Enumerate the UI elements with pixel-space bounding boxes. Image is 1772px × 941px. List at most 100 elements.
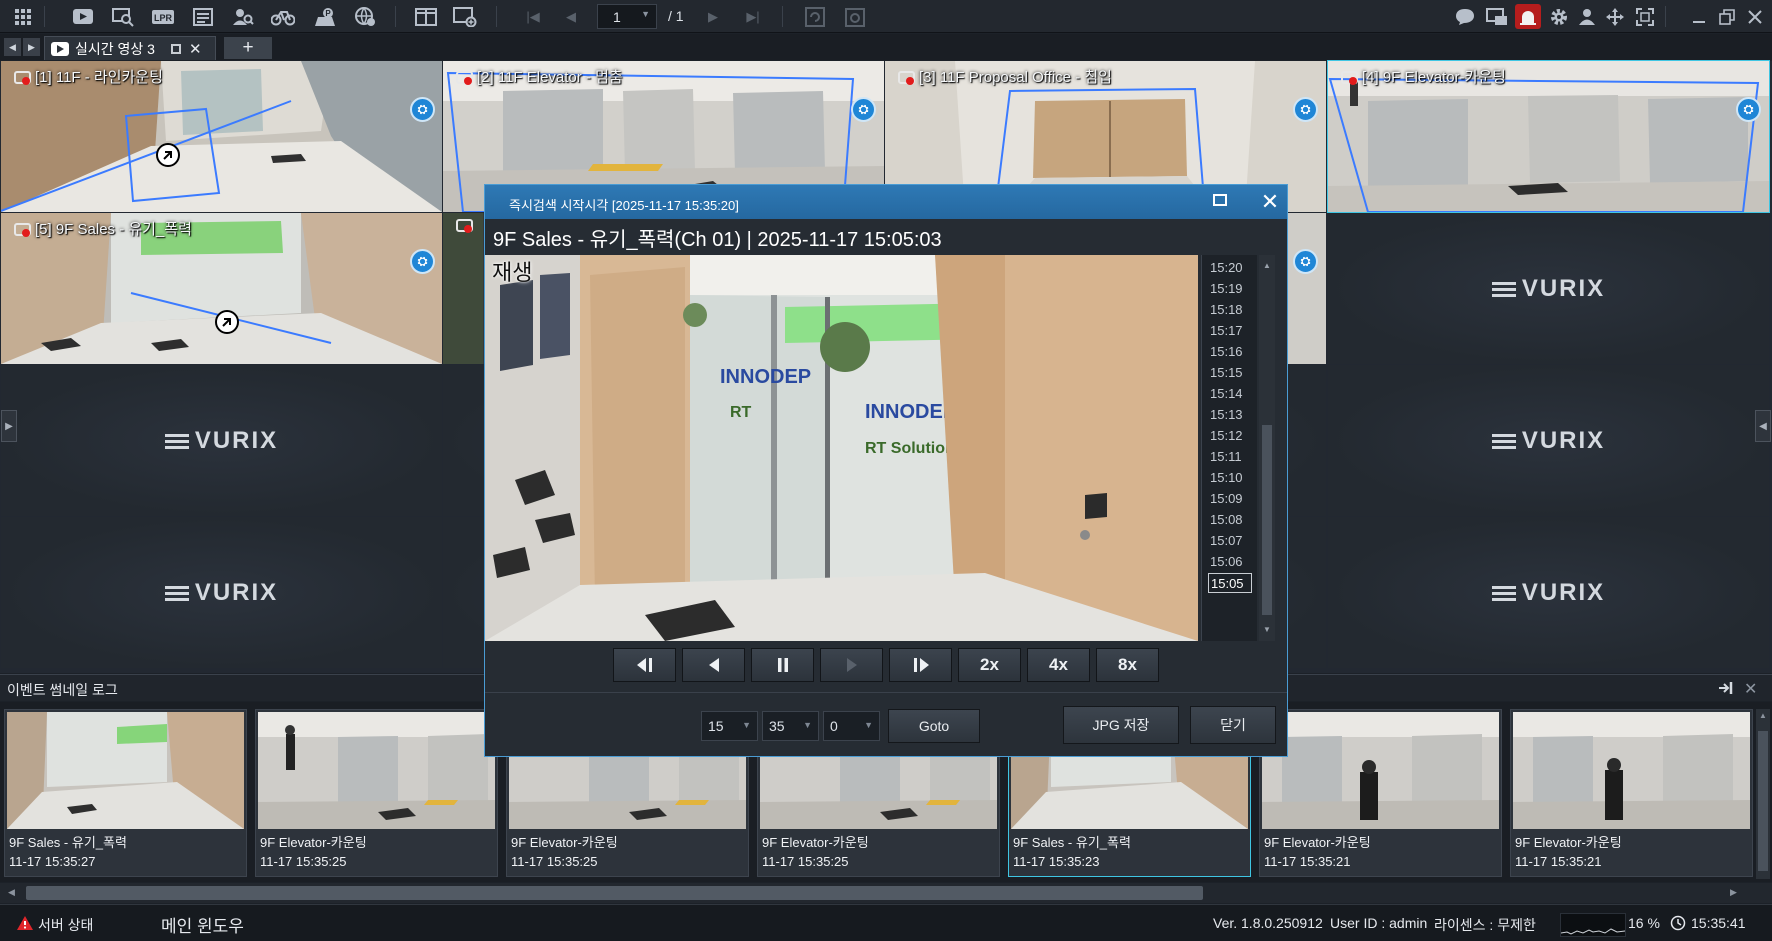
window-add-icon[interactable] bbox=[452, 4, 478, 29]
event-thumbnail[interactable]: 9F Sales - 유기_폭력 11-17 15:35:27 bbox=[4, 709, 247, 877]
time-list-item[interactable]: 15:07 bbox=[1208, 531, 1252, 551]
empty-video-cell[interactable]: VURIX bbox=[1, 365, 442, 516]
scroll-down-icon[interactable]: ▼ bbox=[1262, 625, 1272, 635]
close-icon[interactable] bbox=[1742, 4, 1768, 29]
first-page-icon[interactable]: |◀ bbox=[520, 4, 546, 29]
hour-select[interactable]: 15 ▼ bbox=[701, 711, 758, 741]
tab-close-icon[interactable]: ✕ bbox=[189, 40, 202, 58]
time-list-item[interactable]: 15:15 bbox=[1208, 363, 1252, 383]
save-jpg-button[interactable]: JPG 저장 bbox=[1063, 706, 1179, 744]
split-view-icon[interactable] bbox=[413, 4, 439, 29]
server-status-label[interactable]: 서버 상태 bbox=[38, 915, 93, 935]
step-back-button[interactable] bbox=[613, 648, 676, 682]
close-button[interactable]: 닫기 bbox=[1190, 706, 1276, 744]
fullscreen-icon[interactable] bbox=[1632, 4, 1658, 29]
empty-video-cell[interactable]: VURIX bbox=[1, 517, 442, 668]
speed-4x-button[interactable]: 4x bbox=[1027, 648, 1090, 682]
dock-panel-icon[interactable] bbox=[1718, 680, 1734, 696]
event-list-icon[interactable] bbox=[190, 4, 216, 29]
dialog-title-bar[interactable]: 즉시검색 시작시각 [2025-11-17 15:35:20] ✕ bbox=[485, 185, 1287, 219]
time-list-item[interactable]: 15:20 bbox=[1208, 258, 1252, 278]
next-page-icon[interactable]: ▶ bbox=[700, 4, 726, 29]
bicycle-search-icon[interactable] bbox=[270, 4, 296, 29]
reverse-play-button[interactable] bbox=[682, 648, 745, 682]
camera-list-icon[interactable] bbox=[1484, 4, 1510, 29]
analytics-badge-icon[interactable]: ⛭ bbox=[1293, 97, 1318, 122]
globe-settings-icon[interactable] bbox=[352, 4, 378, 29]
tab-scroll-left-icon[interactable]: ◀ bbox=[4, 38, 21, 56]
parking-map-icon[interactable]: P bbox=[312, 4, 338, 29]
playback-video[interactable]: INNODEP INNODEP RT RT Solutions 재생 bbox=[485, 255, 1198, 641]
dialog-close-icon[interactable]: ✕ bbox=[1257, 187, 1283, 217]
time-list-item[interactable]: 15:18 bbox=[1208, 300, 1252, 320]
person-search-icon[interactable] bbox=[230, 4, 256, 29]
empty-video-cell[interactable]: VURIX bbox=[1328, 365, 1769, 516]
time-list[interactable]: 15:20 15:19 15:18 15:17 15:16 15:15 15:1… bbox=[1201, 255, 1257, 641]
live-video-icon[interactable] bbox=[70, 4, 96, 29]
restore-icon[interactable] bbox=[1714, 4, 1740, 29]
playback-search-icon[interactable] bbox=[110, 4, 136, 29]
analytics-badge-icon[interactable]: ⛭ bbox=[410, 249, 435, 274]
analytics-badge-icon[interactable]: ⛭ bbox=[1293, 249, 1318, 274]
scroll-up-icon[interactable]: ▲ bbox=[1262, 261, 1272, 271]
pause-button[interactable] bbox=[751, 648, 814, 682]
video-cell-5[interactable]: [5] 9F Sales - 유기_폭력 ⛭ bbox=[1, 213, 442, 364]
analytics-badge-icon[interactable]: ⛭ bbox=[1736, 97, 1761, 122]
timer-icon[interactable] bbox=[842, 4, 868, 29]
speed-8x-button[interactable]: 8x bbox=[1096, 648, 1159, 682]
goto-button[interactable]: Goto bbox=[888, 709, 980, 743]
log-horizontal-scrollbar[interactable]: ◀ ▶ bbox=[0, 883, 1772, 903]
time-list-item[interactable]: 15:16 bbox=[1208, 342, 1252, 362]
analytics-badge-icon[interactable]: ⛭ bbox=[851, 97, 876, 122]
minute-select[interactable]: 35 ▼ bbox=[762, 711, 819, 741]
alarm-icon[interactable] bbox=[1515, 4, 1541, 29]
maximize-icon[interactable] bbox=[1213, 194, 1227, 206]
time-list-item[interactable]: 15:17 bbox=[1208, 321, 1252, 341]
move-icon[interactable] bbox=[1602, 4, 1628, 29]
time-list-item[interactable]: 15:14 bbox=[1208, 384, 1252, 404]
play-button[interactable] bbox=[820, 648, 883, 682]
empty-video-cell[interactable]: VURIX bbox=[1328, 517, 1769, 668]
scroll-right-icon[interactable]: ▶ bbox=[1730, 887, 1737, 898]
event-thumbnail[interactable]: 9F Elevator-카운팅 11-17 15:35:21 bbox=[1259, 709, 1502, 877]
user-icon[interactable] bbox=[1574, 4, 1600, 29]
scroll-left-icon[interactable]: ◀ bbox=[8, 887, 15, 898]
event-thumbnail[interactable]: 9F Elevator-카운팅 11-17 15:35:21 bbox=[1510, 709, 1753, 877]
last-page-icon[interactable]: ▶| bbox=[740, 4, 766, 29]
video-cell-4[interactable]: [4] 9F Elevator-카운팅 ⛭ bbox=[1327, 60, 1770, 213]
time-list-item[interactable]: 15:11 bbox=[1208, 447, 1252, 467]
page-number-select[interactable]: 1 ▼ bbox=[597, 4, 657, 29]
analytics-badge-icon[interactable]: ⛭ bbox=[410, 97, 435, 122]
right-panel-toggle-icon[interactable]: ◀ bbox=[1755, 410, 1771, 442]
time-list-item[interactable]: 15:09 bbox=[1208, 489, 1252, 509]
time-list-item[interactable]: 15:19 bbox=[1208, 279, 1252, 299]
minimize-icon[interactable] bbox=[1686, 4, 1712, 29]
second-select[interactable]: 0 ▼ bbox=[823, 711, 880, 741]
layout-grid-icon[interactable] bbox=[10, 4, 36, 29]
time-list-item-selected[interactable]: 15:05 bbox=[1208, 573, 1252, 593]
speed-2x-button[interactable]: 2x bbox=[958, 648, 1021, 682]
lpr-icon[interactable]: LPR bbox=[150, 4, 176, 29]
scrollbar-thumb[interactable] bbox=[1262, 425, 1272, 615]
chat-icon[interactable] bbox=[1452, 4, 1478, 29]
time-list-item[interactable]: 15:10 bbox=[1208, 468, 1252, 488]
scrollbar-thumb[interactable] bbox=[26, 886, 1203, 900]
refresh-icon[interactable] bbox=[802, 4, 828, 29]
left-panel-toggle-icon[interactable]: ▶ bbox=[1, 410, 17, 442]
tab-pin-icon[interactable] bbox=[170, 43, 181, 54]
video-cell-1[interactable]: [1] 11F - 라인카운팅 ⛭ bbox=[1, 61, 442, 212]
time-list-item[interactable]: 15:12 bbox=[1208, 426, 1252, 446]
gear-icon[interactable] bbox=[1546, 4, 1572, 29]
log-vertical-scrollbar[interactable]: ▲ bbox=[1756, 709, 1770, 879]
step-forward-button[interactable] bbox=[889, 648, 952, 682]
time-list-item[interactable]: 15:06 bbox=[1208, 552, 1252, 572]
time-list-item[interactable]: 15:13 bbox=[1208, 405, 1252, 425]
time-list-item[interactable]: 15:08 bbox=[1208, 510, 1252, 530]
add-tab-button[interactable]: + bbox=[224, 37, 272, 59]
empty-video-cell[interactable]: VURIX bbox=[1328, 213, 1769, 364]
time-list-scrollbar[interactable]: ▲ ▼ bbox=[1259, 255, 1275, 641]
tab-scroll-right-icon[interactable]: ▶ bbox=[23, 38, 40, 56]
scrollbar-thumb[interactable] bbox=[1758, 731, 1768, 871]
scroll-up-icon[interactable]: ▲ bbox=[1756, 711, 1770, 720]
prev-page-icon[interactable]: ◀ bbox=[558, 4, 584, 29]
